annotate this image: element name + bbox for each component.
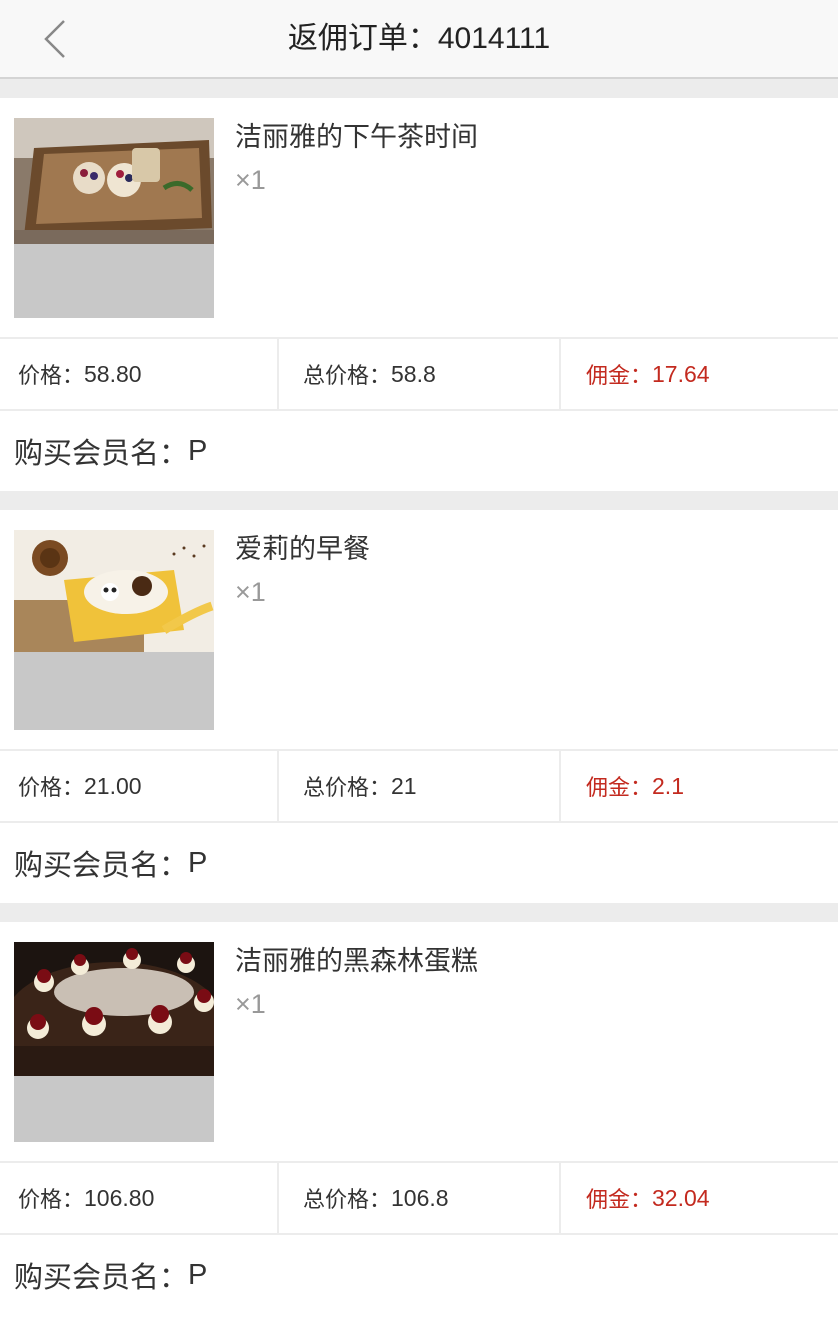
unit-price: 价格： 58.80 [0, 339, 279, 409]
unit-price-value: 106.80 [84, 1184, 155, 1211]
member-label: 购买会员名： [14, 436, 189, 470]
commission-value: 2.1 [652, 772, 684, 799]
member-row: 购买会员名： P [0, 411, 838, 491]
total-price: 总价格： 58.8 [279, 339, 561, 409]
commission: 佣金： 2.1 [561, 751, 838, 821]
product-quantity: ×1 [235, 577, 266, 607]
commission-value: 17.64 [652, 360, 710, 387]
nav-bar: 返佣订单：4014111 [0, 0, 838, 79]
member-label: 购买会员名： [14, 848, 189, 882]
price-row: 价格： 58.80 总价格： 58.8 佣金： 17.64 [0, 339, 838, 411]
unit-price: 价格： 21.00 [0, 751, 279, 821]
order-number: 4014111 [437, 22, 551, 55]
order-card: 洁丽雅的下午茶时间 ×1 价格： 58.80 总价格： 58.8 佣金： 17.64 … [0, 98, 838, 491]
unit-price: 价格： 106.80 [0, 1163, 279, 1233]
section-divider [0, 79, 838, 98]
product-row[interactable]: 洁丽雅的黑森林蛋糕 ×1 [0, 922, 838, 1163]
total-price-label: 总价格： [303, 364, 392, 389]
section-divider [0, 903, 838, 922]
product-name: 洁丽雅的黑森林蛋糕 [235, 946, 478, 977]
commission: 佣金： 32.04 [561, 1163, 838, 1233]
member-row: 购买会员名： P [0, 823, 838, 903]
page-title: 返佣订单：4014111 [0, 18, 838, 60]
commission: 佣金： 17.64 [561, 339, 838, 409]
product-row[interactable]: 爱莉的早餐 ×1 [0, 510, 838, 751]
unit-price-value: 58.80 [84, 360, 142, 387]
total-price-label: 总价格： [303, 1188, 392, 1213]
unit-price-label: 价格： [18, 776, 85, 801]
order-card: 爱莉的早餐 ×1 价格： 21.00 总价格： 21 佣金： 2.1 购买会员名： P [0, 510, 838, 903]
product-name: 洁丽雅的下午茶时间 [235, 122, 478, 153]
product-name: 爱莉的早餐 [235, 534, 370, 565]
total-price: 总价格： 106.8 [279, 1163, 561, 1233]
price-row: 价格： 21.00 总价格： 21 佣金： 2.1 [0, 751, 838, 823]
product-image [14, 942, 214, 1142]
product-quantity: ×1 [235, 989, 266, 1019]
total-price: 总价格： 21 [279, 751, 561, 821]
unit-price-label: 价格： [18, 364, 85, 389]
commission-label: 佣金： [586, 1188, 653, 1213]
product-quantity: ×1 [235, 165, 266, 195]
unit-price-value: 21.00 [84, 772, 142, 799]
order-list: 洁丽雅的下午茶时间 ×1 价格： 58.80 总价格： 58.8 佣金： 17.64 … [0, 79, 838, 1315]
section-divider [0, 491, 838, 510]
total-price-value: 58.8 [391, 360, 436, 387]
price-row: 价格： 106.80 总价格： 106.8 佣金： 32.04 [0, 1163, 838, 1235]
unit-price-label: 价格： [18, 1188, 85, 1213]
member-name: P [188, 846, 208, 879]
member-name: P [188, 434, 208, 467]
commission-value: 32.04 [652, 1184, 710, 1211]
commission-label: 佣金： [586, 776, 653, 801]
product-image [14, 530, 214, 730]
page-title-prefix: 返佣订单： [287, 21, 438, 56]
member-row: 购买会员名： P [0, 1235, 838, 1315]
total-price-value: 21 [391, 772, 417, 799]
total-price-label: 总价格： [303, 776, 392, 801]
commission-label: 佣金： [586, 364, 653, 389]
order-card: 洁丽雅的黑森林蛋糕 ×1 价格： 106.80 总价格： 106.8 佣金： 32.0… [0, 922, 838, 1315]
member-label: 购买会员名： [14, 1260, 189, 1294]
product-image [14, 118, 214, 318]
total-price-value: 106.8 [391, 1184, 449, 1211]
product-row[interactable]: 洁丽雅的下午茶时间 ×1 [0, 98, 838, 339]
member-name: P [188, 1258, 208, 1291]
